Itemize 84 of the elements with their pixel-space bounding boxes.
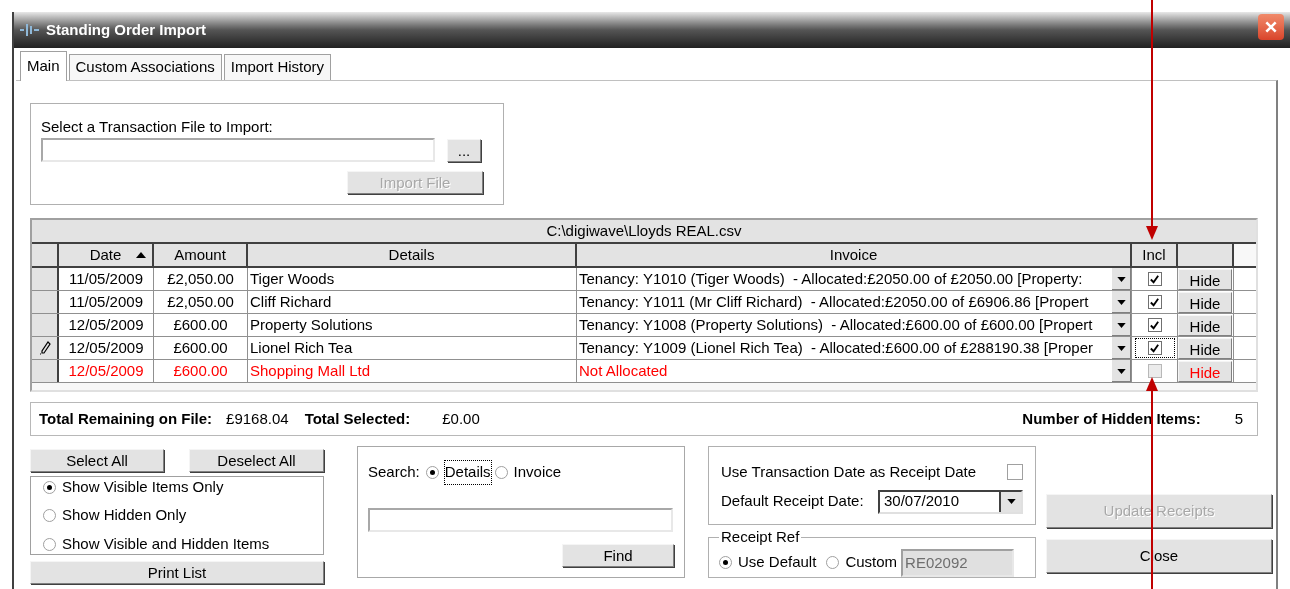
table-cell: 12/05/2009 — [59, 360, 154, 382]
tab[interactable]: Main — [20, 51, 67, 81]
check-icon — [1149, 319, 1160, 331]
dropdown-arrow-icon — [1006, 499, 1016, 504]
date-dropdown[interactable]: 30/07/2010 — [877, 489, 1023, 514]
invoice-text: Not Allocated — [579, 360, 668, 381]
table-cell: 12/05/2009 — [59, 337, 154, 359]
radio-label: Show Visible Items Only — [62, 476, 224, 497]
invoice-dropdown[interactable]: Not Allocated — [577, 360, 1132, 382]
radio-label: Invoice — [513, 462, 562, 482]
hidden-items-label: Number of Hidden Items: — [1022, 408, 1201, 429]
column-header[interactable]: Details — [248, 244, 577, 266]
radio-button[interactable] — [43, 537, 56, 551]
table-cell: Lionel Rich Tea — [248, 337, 577, 359]
hide-button[interactable]: Hide — [1178, 337, 1232, 359]
hide-button[interactable]: Hide — [1178, 268, 1232, 290]
check-icon — [1149, 296, 1160, 308]
hide-button[interactable]: Hide — [1178, 291, 1232, 313]
dropdown-arrow-icon — [1117, 276, 1126, 282]
table-cell: Property Solutions — [248, 314, 577, 336]
check-icon — [1149, 273, 1160, 285]
total-selected-label: Total Selected: — [304, 408, 411, 429]
radio-label: Show Visible and Hidden Items — [62, 533, 270, 554]
radio-button[interactable] — [494, 465, 508, 479]
dropdown-arrow-icon — [1117, 322, 1126, 328]
field-label: Use Transaction Date as Receipt Date — [721, 462, 977, 482]
table-cell: Cliff Richard — [248, 291, 577, 313]
hidden-items-value: 5 — [1234, 408, 1243, 429]
radio-label: Custom — [845, 552, 898, 573]
radio-button[interactable] — [425, 465, 439, 479]
radio-label: Details — [444, 461, 491, 484]
select-all-button[interactable]: Select All — [30, 449, 164, 472]
radio-button[interactable] — [826, 556, 840, 569]
table-cell: 11/05/2009 — [59, 291, 154, 313]
hide-button[interactable]: Hide — [1178, 314, 1232, 336]
checkbox[interactable] — [1134, 338, 1175, 358]
row-selector[interactable] — [32, 337, 59, 359]
radio-label: Show Hidden Only — [62, 505, 187, 526]
deselect-all-button[interactable]: Deselect All — [189, 449, 324, 472]
print-list-button[interactable]: Print List — [30, 561, 324, 584]
radio-button[interactable] — [719, 556, 732, 569]
table-cell: £600.00 — [154, 337, 248, 359]
dropdown-arrow-icon — [1117, 368, 1126, 374]
radio-button[interactable] — [43, 509, 56, 522]
row-selector[interactable] — [32, 360, 59, 382]
file-path-field[interactable] — [41, 138, 435, 162]
total-remaining-value: £9168.04 — [226, 408, 289, 429]
column-header[interactable]: Incl — [1132, 244, 1178, 266]
field-label: Default Receipt Date: — [721, 491, 865, 512]
table-cell: 11/05/2009 — [59, 268, 154, 290]
row-selector[interactable] — [32, 314, 59, 336]
checkbox[interactable] — [1007, 464, 1023, 481]
browse-button[interactable]: ... — [447, 138, 481, 162]
radio-label: Use Default — [738, 552, 817, 573]
column-header[interactable]: Invoice — [577, 244, 1132, 266]
table-cell: £600.00 — [154, 314, 248, 336]
dropdown-arrow-icon — [1117, 345, 1126, 351]
row-selector[interactable] — [32, 268, 59, 290]
tab[interactable]: Import History — [223, 54, 332, 80]
search-field[interactable] — [368, 507, 673, 532]
column-header[interactable]: Amount — [154, 244, 248, 266]
total-remaining-label: Total Remaining on File: — [39, 408, 213, 429]
check-icon — [1149, 342, 1160, 354]
pencil-icon — [38, 341, 51, 355]
find-button[interactable]: Find — [562, 543, 674, 567]
grid-caption: C:\digiwave\Lloyds REAL.csv — [32, 220, 1256, 244]
table-cell: £600.00 — [154, 360, 248, 382]
column-header[interactable]: Date — [59, 244, 154, 266]
table-cell: £2,050.00 — [154, 268, 248, 290]
radio-button[interactable] — [43, 480, 56, 494]
field-label: Select a Transaction File to Import: — [41, 118, 274, 136]
table-cell: £2,050.00 — [154, 291, 248, 313]
dropdown-arrow-icon — [1117, 299, 1126, 305]
tab[interactable]: Custom Associations — [68, 54, 222, 80]
table-cell: Tiger Woods — [248, 268, 577, 290]
app-icon — [20, 23, 40, 37]
table-cell: Shopping Mall Ltd — [248, 360, 577, 382]
total-selected-value: £0.00 — [442, 408, 480, 429]
table-cell: 12/05/2009 — [59, 314, 154, 336]
window-title: Standing Order Import — [46, 19, 206, 40]
search-label: Search: — [368, 462, 420, 482]
close-icon[interactable] — [1258, 14, 1284, 40]
row-selector[interactable] — [32, 291, 59, 313]
group-legend: Receipt Ref — [719, 526, 802, 549]
